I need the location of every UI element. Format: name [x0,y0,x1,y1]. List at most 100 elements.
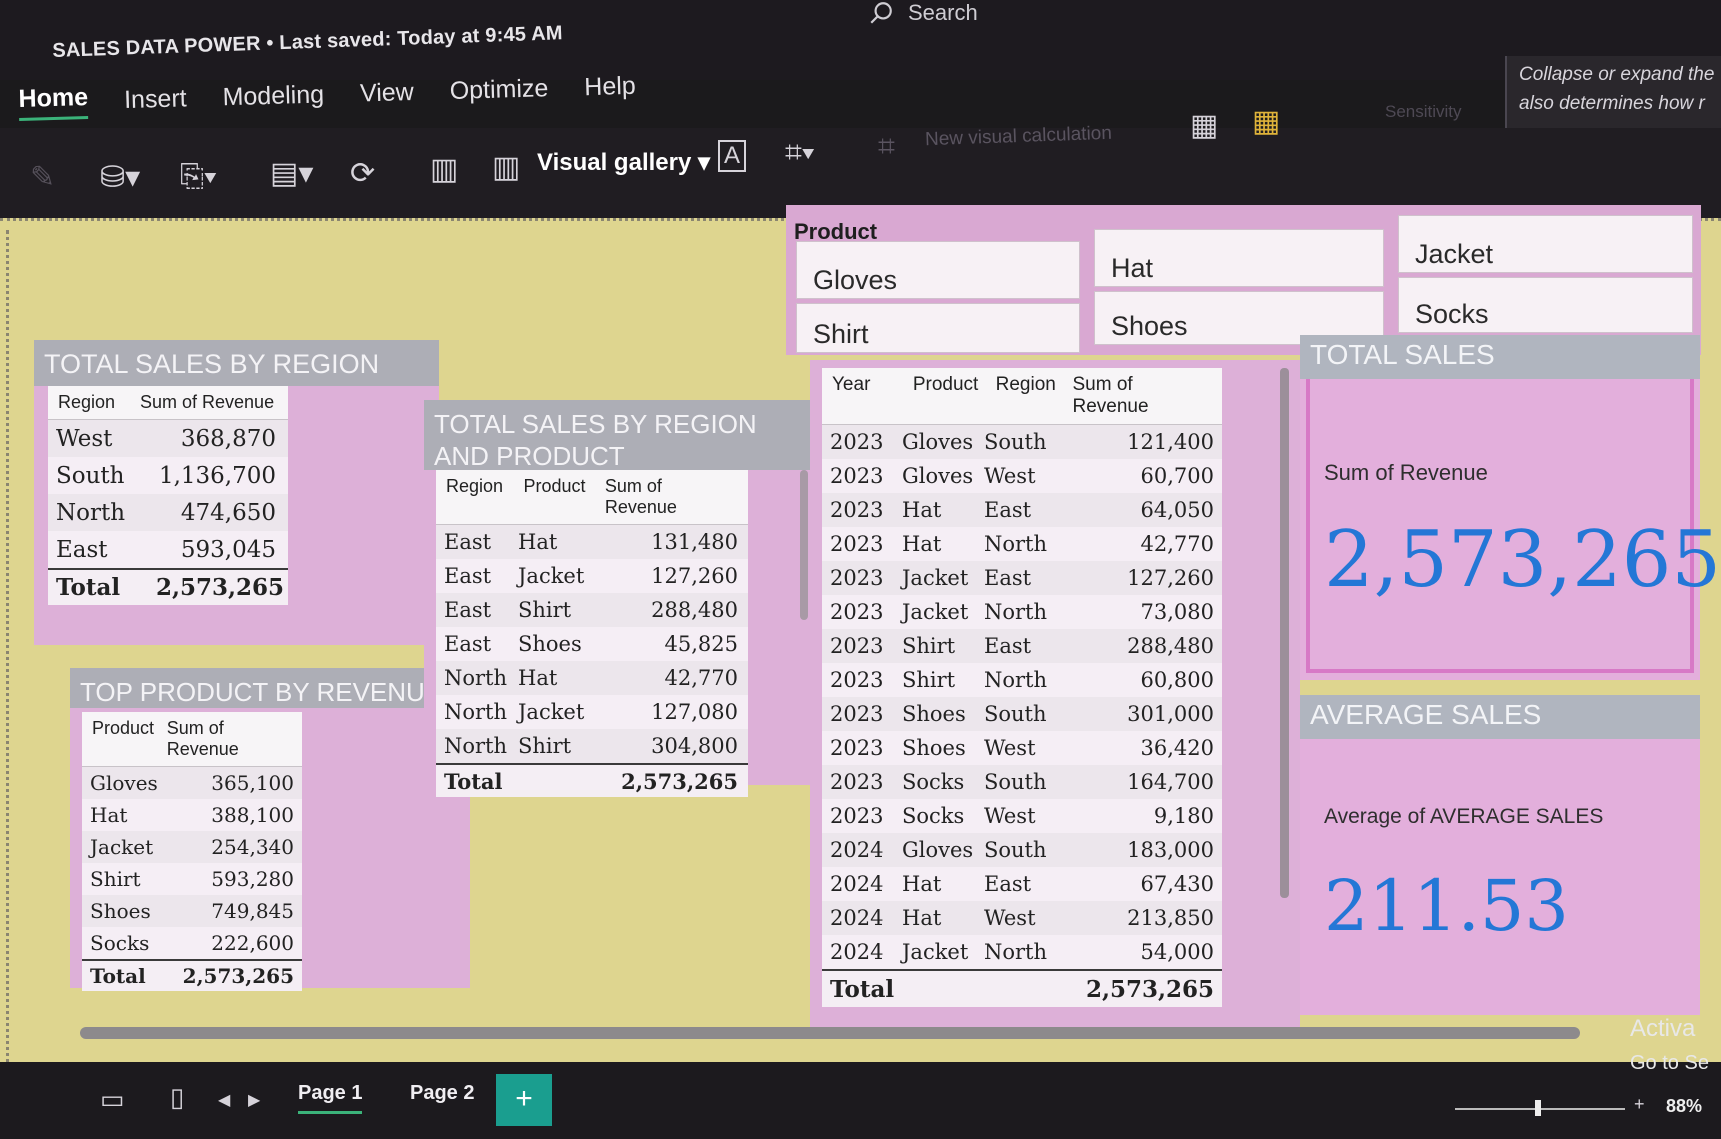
region-sales-table-visual[interactable]: TOTAL SALES BY REGION Region Sum of Reve… [34,340,439,645]
column-header[interactable]: Sum of Revenue [140,392,274,413]
table-row[interactable]: Hat 388,100 [82,799,302,831]
table-row[interactable]: Shirt 593,280 [82,863,302,895]
table-header: Region Sum of Revenue [48,386,288,420]
horizontal-scrollbar[interactable] [80,1027,1580,1039]
column-header[interactable]: Product [523,476,604,518]
column-header[interactable]: Year [832,374,913,418]
tab-help[interactable]: Help [584,71,636,101]
canvas-border [6,230,10,1070]
table-row[interactable]: North Shirt 304,800 [436,729,748,763]
table-row[interactable]: 2023 Gloves South 121,400 [822,425,1222,459]
total-sales-card[interactable]: TOTAL SALES Sum of Revenue 2,573,265 [1300,335,1721,680]
table-cell: 2024 [830,838,884,862]
search-box[interactable]: Search [868,0,978,26]
table-header: Region Product Sum of Revenue [436,470,748,525]
column-header[interactable]: Sum of Revenue [605,476,738,518]
table-row[interactable]: North 474,650 [48,494,288,531]
table-row[interactable]: East Shirt 288,480 [436,593,748,627]
table-row[interactable]: 2023 Hat East 64,050 [822,493,1222,527]
table-cell: 222,600 [211,931,294,955]
new-visual-icon[interactable]: ▥ [430,152,458,187]
column-header[interactable]: Region [446,476,523,518]
table-row[interactable]: Socks 222,600 [82,927,302,959]
slicer-item-shirt[interactable]: Shirt [796,303,1080,353]
slicer-item-label: Shoes [1111,311,1188,341]
tab-optimize[interactable]: Optimize [449,74,548,106]
zoom-in-icon[interactable]: + [1634,1094,1645,1115]
top-product-table-visual[interactable]: TOP PRODUCT BY REVENUE Product Sum of Re… [70,668,470,991]
page-tab-2[interactable]: Page 2 [410,1082,474,1105]
column-header[interactable]: Sum of Revenue [1073,374,1213,418]
table-row[interactable]: 2023 Socks West 9,180 [822,799,1222,833]
table-row[interactable]: 2023 Hat North 42,770 [822,527,1222,561]
average-sales-card[interactable]: AVERAGE SALES Average of AVERAGE SALES 2… [1300,695,1700,1015]
table-cell: West [984,464,1036,488]
table-row[interactable]: East Jacket 127,260 [436,559,748,593]
more-visuals-icon[interactable]: ⌗▾ [785,136,815,170]
page-tab-1[interactable]: Page 1 [298,1082,363,1114]
text-box-icon[interactable]: A [718,140,747,172]
tab-home[interactable]: Home [18,83,89,121]
zoom-slider-thumb[interactable] [1535,1100,1541,1116]
table-cell: 131,480 [651,530,738,554]
tab-modeling[interactable]: Modeling [222,80,324,112]
refresh-icon[interactable]: ⟳ [350,156,375,191]
visual-gallery-icon[interactable]: ▥ [492,150,520,185]
next-page-icon[interactable]: ▶ [248,1090,260,1110]
vertical-scrollbar[interactable] [1280,368,1289,898]
zoom-level[interactable]: 88% [1666,1096,1702,1117]
previous-page-icon[interactable]: ◀ [218,1090,230,1110]
slicer-item-hat[interactable]: Hat [1094,229,1384,287]
table-row[interactable]: Shoes 749,845 [82,895,302,927]
slicer-item-jacket[interactable]: Jacket [1398,215,1693,273]
table-cell: Shirt [518,734,572,758]
table-row[interactable]: 2023 Shirt North 60,800 [822,663,1222,697]
table-row[interactable]: East Shoes 45,825 [436,627,748,661]
desktop-view-icon[interactable]: ▭ [100,1084,125,1115]
table-row[interactable]: 2024 Gloves South 183,000 [822,833,1222,867]
region-product-table-visual[interactable]: TOTAL SALES BY REGION AND PRODUCT Region… [424,400,828,797]
transform-data-icon[interactable]: ▤▾ [270,156,313,191]
table-row[interactable]: 2023 Shirt East 288,480 [822,629,1222,663]
mobile-view-icon[interactable]: ▯ [170,1082,184,1113]
column-header[interactable]: Product [92,718,167,760]
column-header[interactable]: Sum of Revenue [167,718,292,760]
total-cell: 2,573,265 [156,574,285,601]
table-row[interactable]: 2024 Hat West 213,850 [822,901,1222,935]
column-header[interactable]: Product [913,374,996,418]
table-cell: East [444,564,492,588]
tab-view[interactable]: View [360,77,415,107]
table-row[interactable]: 2023 Shoes South 301,000 [822,697,1222,731]
table-row[interactable]: 2024 Hat East 67,430 [822,867,1222,901]
format-painter-icon[interactable]: ✎ [30,160,55,195]
slicer-item-gloves[interactable]: Gloves [796,241,1080,299]
table-row[interactable]: 2023 Jacket North 73,080 [822,595,1222,629]
slicer-item-label: Gloves [813,265,898,295]
table-row[interactable]: East 593,045 [48,531,288,568]
get-data-icon[interactable]: ⛁▾ [100,160,140,195]
table-row[interactable]: Jacket 254,340 [82,831,302,863]
table-row[interactable]: Gloves 365,100 [82,767,302,799]
table-row[interactable]: 2023 Jacket East 127,260 [822,561,1222,595]
visual-gallery-button[interactable]: Visual gallery ▾ [537,148,710,177]
table-row[interactable]: 2023 Gloves West 60,700 [822,459,1222,493]
column-header[interactable]: Region [996,374,1073,418]
calculator-icon[interactable]: ▦ [1190,108,1218,143]
add-page-button[interactable]: + [496,1074,552,1126]
table-row[interactable]: 2023 Socks South 164,700 [822,765,1222,799]
table-row[interactable]: East Hat 131,480 [436,525,748,559]
recent-sources-icon[interactable]: ⎘▾ [180,160,217,194]
quick-measure-icon[interactable]: ▦ [1252,104,1280,139]
table-row[interactable]: West 368,870 [48,420,288,457]
slicer-item-socks[interactable]: Socks [1398,277,1693,333]
tab-insert[interactable]: Insert [124,84,187,115]
table-cell: 301,000 [1127,702,1214,726]
vertical-scrollbar[interactable] [800,470,808,620]
table-row[interactable]: South 1,136,700 [48,457,288,494]
table-row[interactable]: North Jacket 127,080 [436,695,748,729]
column-header[interactable]: Region [58,392,140,413]
table-row[interactable]: North Hat 42,770 [436,661,748,695]
table-row[interactable]: 2023 Shoes West 36,420 [822,731,1222,765]
table-row[interactable]: 2024 Jacket North 54,000 [822,935,1222,969]
detail-table-visual[interactable]: Year Product Region Sum of Revenue 2023 G… [810,360,1300,1030]
